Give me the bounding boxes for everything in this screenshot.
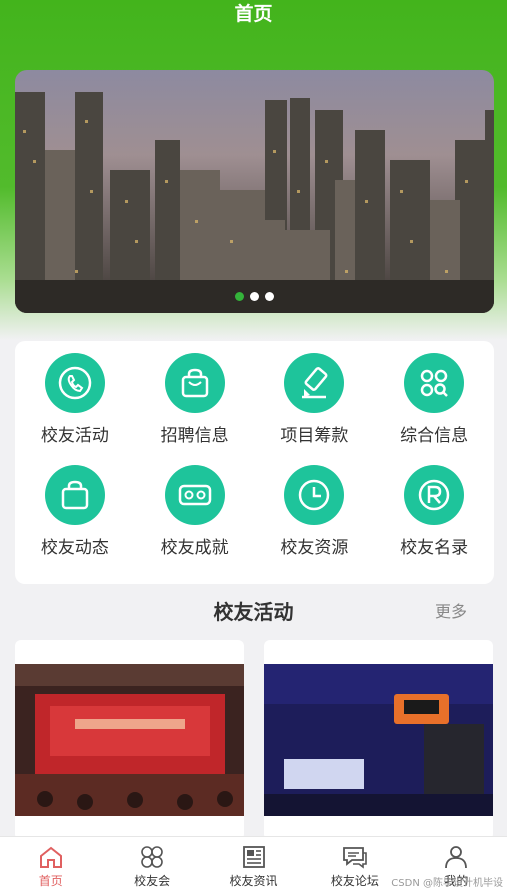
vr-glasses-icon [164,465,225,525]
activity-image [15,664,244,816]
menu-label: 校友成就 [160,538,229,558]
menu-label: 招聘信息 [160,426,229,446]
menu-item-directory[interactable]: 校友名录 [374,465,494,577]
carousel-dot[interactable] [235,292,244,301]
activity-card[interactable] [264,640,493,840]
menu-item-alumni-activities[interactable]: 校友活动 [15,353,135,465]
grid-search-icon [404,353,465,413]
tab-alumni-association[interactable]: 校友会 [101,837,202,895]
menu-label: 校友名录 [400,538,469,558]
tab-label: 首页 [38,874,63,888]
menu-item-achievements[interactable]: 校友成就 [135,465,255,577]
tab-label: 校友会 [134,874,171,888]
home-icon [39,846,62,868]
bag-icon [164,353,225,413]
clock-icon [284,465,345,525]
menu-label: 校友动态 [40,538,109,558]
clover-icon [141,846,163,868]
activity-card[interactable] [15,640,244,840]
menu-label: 综合信息 [400,426,469,446]
menu-item-fundraising[interactable]: 项目筹款 [255,353,375,465]
more-link[interactable]: 更多 [435,597,467,627]
menu-item-resources[interactable]: 校友资源 [255,465,375,577]
menu-label: 校友活动 [40,426,109,446]
phone-icon [44,353,105,413]
banner-city-image [15,70,494,313]
quick-menu-card: 校友活动 招聘信息 项目筹款 综合信息 校友动态 校友成就 校友资源 校友名录 [15,341,494,584]
chat-icon [343,847,367,869]
watermark: CSDN @陈毕设计机毕设 [391,878,503,889]
activity-image [264,664,493,816]
menu-item-alumni-news[interactable]: 校友动态 [15,465,135,577]
bag-icon [44,465,105,525]
user-icon [445,846,468,869]
banner-carousel[interactable] [15,70,494,313]
carousel-dot[interactable] [250,292,259,301]
news-icon [242,846,265,868]
menu-label: 校友资源 [280,538,349,558]
page-title: 首页 [234,3,273,25]
tab-label: 校友论坛 [330,874,379,888]
registered-icon [404,465,465,525]
tab-alumni-news[interactable]: 校友资讯 [203,837,304,895]
section-header: 校友活动 更多 [0,597,507,627]
carousel-indicators[interactable] [15,292,494,301]
brush-icon [284,353,345,413]
tab-label: 校友资讯 [229,874,278,888]
menu-item-general-info[interactable]: 综合信息 [374,353,494,465]
menu-item-recruitment[interactable]: 招聘信息 [135,353,255,465]
section-title: 校友活动 [213,600,294,624]
carousel-dot[interactable] [265,292,274,301]
tab-home[interactable]: 首页 [0,837,101,895]
menu-label: 项目筹款 [280,426,349,446]
